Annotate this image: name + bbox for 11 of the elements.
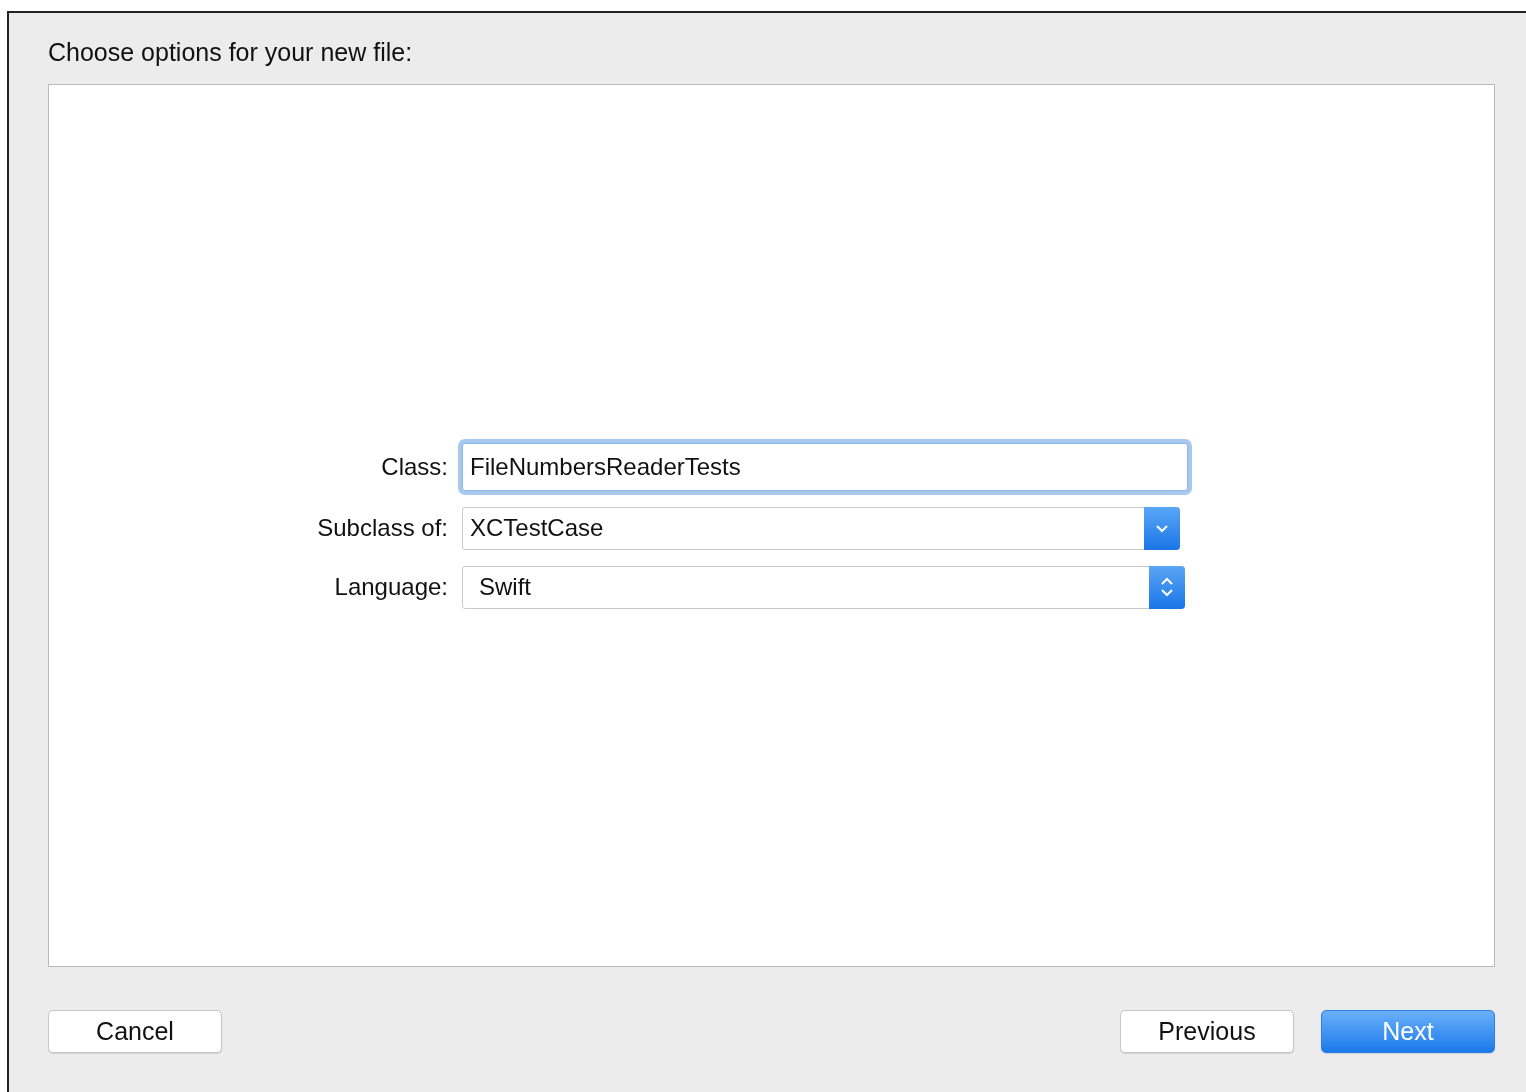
field-label: Language: (334, 573, 449, 601)
language-popup[interactable]: Swift (462, 565, 1185, 609)
dialog-title: Choose options for your new file: (48, 37, 414, 68)
dialog-button[interactable]: Previous (1120, 1010, 1294, 1053)
subclass-dropdown[interactable]: XCTestCase (462, 506, 1180, 550)
up-down-arrows-icon (1149, 565, 1185, 609)
field-label: Class: (381, 452, 449, 481)
class-name-field[interactable]: FileNumbersReaderTests (462, 442, 1188, 491)
chevron-down-icon (1144, 506, 1180, 550)
field-label: Subclass of: (317, 514, 449, 542)
dialog-button[interactable]: Cancel (48, 1010, 222, 1053)
